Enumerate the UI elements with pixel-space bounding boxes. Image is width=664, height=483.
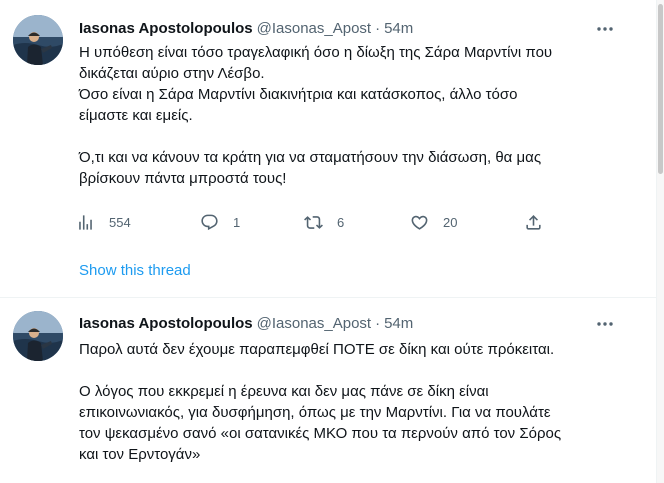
views-button[interactable]: 554 — [76, 208, 131, 236]
tweet-text-line: είμαστε και εμείς. — [79, 107, 193, 124]
author-handle[interactable]: @Iasonas_Apost — [257, 19, 371, 39]
tweet-text-line: Παρολ αυτά δεν έχουμε παραπεμφθεί ΠΟΤΕ σ… — [79, 341, 555, 358]
like-button[interactable]: 20 — [410, 208, 457, 236]
avatar[interactable] — [13, 311, 63, 361]
tweet-text-line: Όσο είναι η Σάρα Μαρντίνι διακινήτρια κα… — [79, 86, 518, 103]
tweet-text-line: Η υπόθεση είναι τόσο τραγελαφική όσο η δ… — [79, 44, 553, 61]
like-count: 20 — [443, 214, 458, 230]
views-count: 554 — [109, 214, 131, 230]
show-thread-link[interactable]: Show this thread — [79, 261, 191, 281]
reply-button[interactable]: 1 — [200, 208, 240, 236]
scrollbar[interactable] — [657, 0, 664, 483]
analytics-icon — [76, 213, 95, 232]
author-handle[interactable]: @Iasonas_Apost — [257, 314, 371, 334]
share-button[interactable] — [524, 208, 543, 236]
separator-dot: · — [375, 20, 381, 37]
more-horizontal-icon[interactable] — [593, 17, 617, 41]
tweet-text: Η υπόθεση είναι τόσο τραγελαφική όσο η δ… — [79, 42, 635, 189]
tweet-text-line: Ό,τι και να κάνουν τα κράτη για να σταμα… — [79, 149, 542, 166]
tweet-time[interactable]: 54m — [384, 314, 413, 334]
tweet-text-line: τον ψεκασμένο σανό «οι σατανικές ΜΚΟ που… — [79, 425, 562, 442]
tweet-text-line: Ο λόγος που εκκρεμεί η έρευνα και δεν μα… — [79, 383, 489, 400]
tweet[interactable]: Iasonas Apostolopoulos @Iasonas_Apost · … — [0, 299, 657, 483]
tweet-text-line: και τον Ερντογάν» — [79, 446, 201, 463]
share-icon — [524, 213, 543, 232]
tweet[interactable]: Iasonas Apostolopoulos @Iasonas_Apost · … — [0, 0, 657, 298]
separator-dot: · — [375, 315, 381, 332]
tweet-header: Iasonas Apostolopoulos @Iasonas_Apost · … — [79, 19, 637, 39]
author-name[interactable]: Iasonas Apostolopoulos — [79, 314, 253, 334]
tweet-text-line: δικάζεται αύριο στην Λέσβο. — [79, 65, 265, 82]
tweet-header: Iasonas Apostolopoulos @Iasonas_Apost · … — [79, 314, 637, 334]
reply-count: 1 — [233, 214, 241, 230]
retweet-count: 6 — [337, 214, 345, 230]
author-name[interactable]: Iasonas Apostolopoulos — [79, 19, 253, 39]
tweet-text-line: βρίσκουν πάντα μπροστά τους! — [79, 170, 287, 187]
tweet-text-line: επικοινωνιακός, για δυσφήμηση, όπως με τ… — [79, 404, 551, 421]
timeline: Iasonas Apostolopoulos @Iasonas_Apost · … — [0, 0, 657, 483]
tweet-time[interactable]: 54m — [384, 19, 413, 39]
tweet-actions: 554 1 6 20 — [76, 208, 556, 236]
retweet-button[interactable]: 6 — [304, 208, 344, 236]
retweet-icon — [304, 213, 323, 232]
heart-icon — [410, 213, 429, 232]
reply-icon — [200, 213, 219, 232]
more-horizontal-icon[interactable] — [593, 312, 617, 336]
tweet-text: Παρολ αυτά δεν έχουμε παραπεμφθεί ΠΟΤΕ σ… — [79, 339, 635, 465]
scrollbar-thumb[interactable] — [658, 4, 663, 174]
avatar[interactable] — [13, 15, 63, 65]
